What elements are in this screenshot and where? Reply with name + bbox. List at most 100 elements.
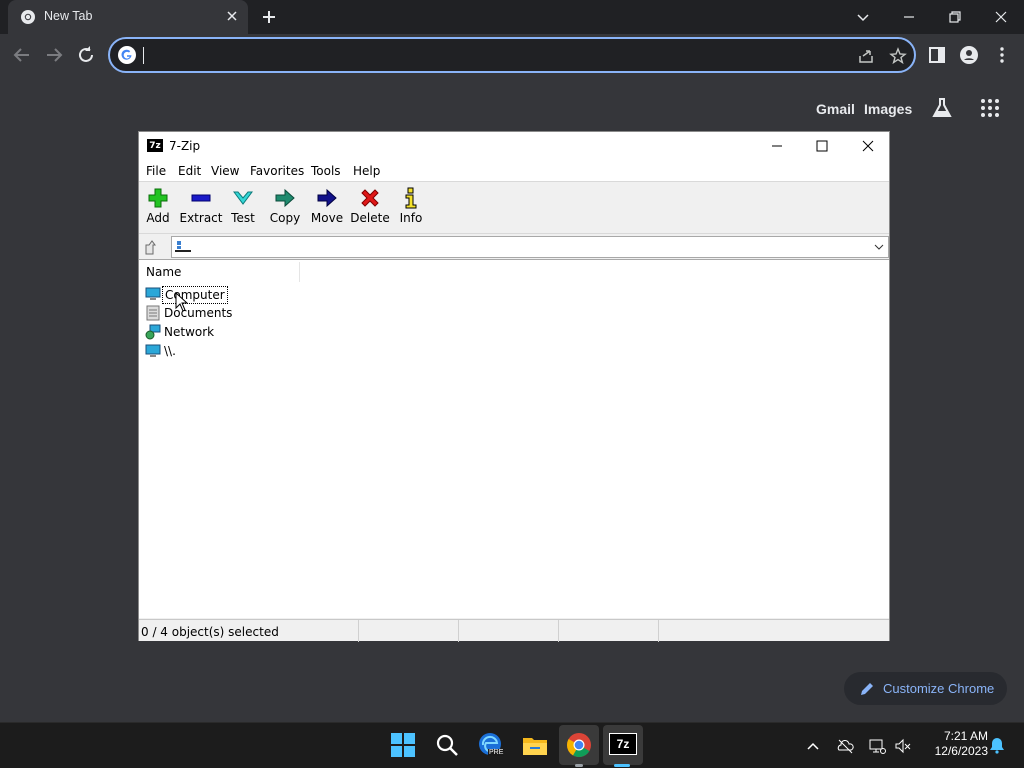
back-icon[interactable]: [11, 44, 33, 66]
documents-icon: [146, 305, 160, 321]
info-button[interactable]: Info: [389, 185, 433, 229]
sevenzip-close-icon[interactable]: [856, 134, 880, 158]
extract-minus-icon: [191, 194, 211, 202]
close-tab-icon[interactable]: [224, 8, 240, 24]
list-item-computer[interactable]: Computer: [143, 285, 343, 304]
extract-label: Extract: [179, 211, 223, 225]
sevenzip-menubar: File Edit View Favorites Tools Help: [139, 160, 889, 182]
sevenzip-app-icon: 7z: [147, 139, 163, 152]
search-icon[interactable]: [433, 731, 461, 759]
sevenzip-window: 7z 7-Zip File Edit View Favorites Tools …: [138, 131, 890, 642]
taskbar-clock[interactable]: 7:21 AM 12/6/2023: [916, 729, 988, 759]
windows-taskbar: PRE 7z 7:21 AM 12/6/2023: [0, 722, 1024, 768]
address-bar[interactable]: [108, 37, 916, 73]
list-item-label: Documents: [164, 306, 233, 320]
restore-icon[interactable]: [943, 5, 967, 29]
sevenzip-pathbar: [139, 233, 889, 259]
list-item-documents[interactable]: Documents: [143, 304, 343, 323]
add-button[interactable]: Add: [136, 185, 180, 229]
volume-muted-icon[interactable]: [894, 737, 912, 755]
images-link[interactable]: Images: [864, 101, 912, 117]
gmail-link[interactable]: Gmail: [816, 101, 855, 117]
list-item-network[interactable]: Network: [143, 323, 343, 342]
tray-chevron-up-icon[interactable]: [804, 737, 822, 755]
folder-up-icon[interactable]: [143, 238, 161, 256]
info-i-icon: [405, 187, 417, 209]
file-list[interactable]: Name Computer Documents Network \\.: [139, 259, 889, 618]
forward-icon[interactable]: [43, 44, 65, 66]
column-header-row: Name: [139, 260, 889, 284]
tab-search-chevron-icon[interactable]: [851, 5, 875, 29]
test-button[interactable]: Test: [221, 185, 265, 229]
network-icon: [145, 324, 161, 340]
profile-avatar-icon[interactable]: [959, 45, 979, 65]
sevenzip-statusbar: 0 / 4 object(s) selected: [139, 619, 889, 642]
list-item-label: \\.: [164, 344, 176, 358]
sevenzip-window-title: 7-Zip: [169, 139, 201, 153]
chrome-favicon-icon: [21, 10, 35, 24]
test-check-icon: [233, 191, 253, 205]
minimize-icon[interactable]: [897, 5, 921, 29]
menu-favorites[interactable]: Favorites: [250, 164, 304, 178]
menu-edit[interactable]: Edit: [178, 164, 201, 178]
move-label: Move: [310, 211, 344, 225]
delete-button[interactable]: Delete: [348, 185, 392, 229]
status-cell-4: [559, 620, 659, 642]
tab-new-tab[interactable]: New Tab: [8, 0, 248, 34]
copy-arrow-icon: [275, 188, 295, 208]
list-item-label: Computer: [162, 286, 228, 304]
clock-date: 12/6/2023: [934, 744, 988, 758]
close-window-icon[interactable]: [989, 5, 1013, 29]
7zip-icon[interactable]: 7z: [609, 733, 637, 755]
chrome-icon[interactable]: [565, 731, 593, 759]
test-label: Test: [231, 211, 255, 225]
network-status-icon[interactable]: [868, 737, 886, 755]
add-label: Add: [146, 211, 170, 225]
onedrive-offline-icon[interactable]: [836, 737, 854, 755]
delete-x-icon: [361, 189, 379, 207]
text-caret: [143, 47, 144, 64]
google-apps-grid-icon[interactable]: [978, 96, 1002, 120]
extract-button[interactable]: Extract: [179, 185, 223, 229]
labs-flask-icon[interactable]: [930, 96, 954, 120]
bookmark-star-icon[interactable]: [889, 47, 907, 65]
windows-start-icon[interactable]: [389, 731, 417, 759]
list-item-label: Network: [164, 325, 215, 339]
sevenzip-running-indicator: [614, 764, 630, 767]
tab-strip: New Tab: [0, 0, 1024, 34]
sevenzip-toolbar: Add Extract Test Copy Move Delete Info: [139, 183, 889, 231]
status-cell-3: [459, 620, 559, 642]
menu-help[interactable]: Help: [353, 164, 380, 178]
copy-label: Copy: [269, 211, 301, 225]
clock-time: 7:21 AM: [943, 729, 988, 743]
path-combobox[interactable]: [171, 236, 889, 258]
new-tab-plus-icon[interactable]: [259, 7, 279, 27]
menu-file[interactable]: File: [146, 164, 166, 178]
tab-title: New Tab: [44, 9, 93, 23]
side-panel-icon[interactable]: [927, 45, 947, 65]
customize-chrome-button[interactable]: Customize Chrome: [844, 672, 1007, 705]
menu-view[interactable]: View: [211, 164, 239, 178]
column-header-name[interactable]: Name: [146, 265, 181, 279]
browser-toolbar: [0, 34, 1024, 76]
reload-icon[interactable]: [75, 44, 97, 66]
edge-beta-taskbar-item[interactable]: PRE: [477, 731, 505, 759]
sevenzip-minimize-icon[interactable]: [765, 134, 789, 158]
status-selection: 0 / 4 object(s) selected: [139, 620, 359, 642]
customize-chrome-label: Customize Chrome: [883, 681, 995, 696]
notification-bell-icon[interactable]: [988, 736, 1006, 754]
path-dropdown-chevron-icon[interactable]: [873, 241, 885, 253]
chrome-running-indicator: [575, 764, 583, 767]
google-g-icon: [118, 46, 136, 64]
menu-tools[interactable]: Tools: [311, 164, 341, 178]
delete-label: Delete: [350, 211, 390, 225]
share-icon[interactable]: [857, 47, 875, 65]
list-item-unc-root[interactable]: \\.: [143, 342, 343, 361]
sevenzip-maximize-icon[interactable]: [810, 134, 834, 158]
move-button[interactable]: Move: [305, 185, 349, 229]
sevenzip-titlebar[interactable]: 7z 7-Zip: [139, 132, 889, 160]
chrome-menu-icon[interactable]: [992, 45, 1012, 65]
file-explorer-icon[interactable]: [521, 731, 549, 759]
copy-button[interactable]: Copy: [263, 185, 307, 229]
column-divider[interactable]: [299, 262, 300, 282]
